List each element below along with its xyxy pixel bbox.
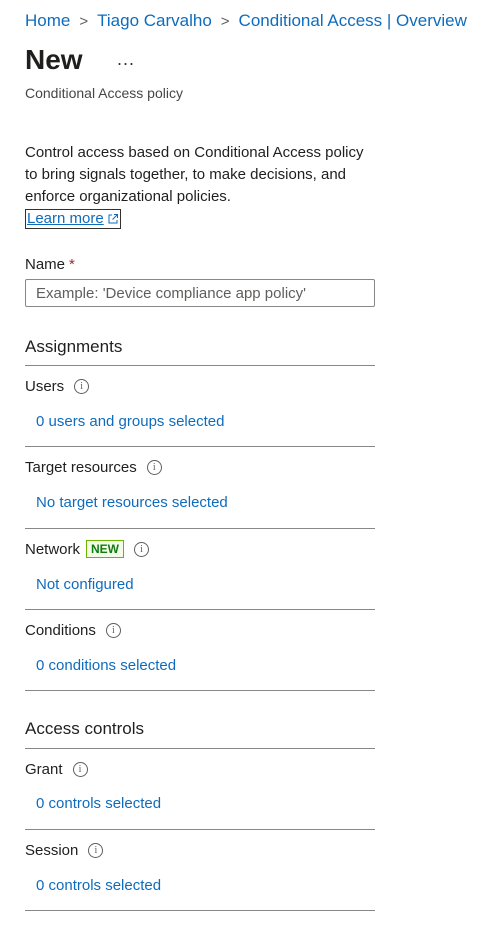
conditions-selection-link[interactable]: 0 conditions selected — [36, 657, 176, 674]
assignments-heading: Assignments — [25, 337, 123, 356]
name-label-text: Name — [25, 256, 66, 273]
grant-selection-link[interactable]: 0 controls selected — [36, 795, 161, 812]
breadcrumb: Home > Tiago Carvalho > Conditional Acce… — [25, 11, 467, 31]
page-title: New — [25, 44, 83, 75]
divider — [25, 609, 375, 610]
session-label: Session i — [25, 842, 104, 859]
grant-label: Grant i — [25, 761, 88, 778]
divider — [25, 829, 375, 830]
target-resources-selection-link[interactable]: No target resources selected — [36, 494, 228, 511]
policy-name-input[interactable] — [25, 279, 375, 307]
users-label-text: Users — [25, 378, 65, 395]
divider — [25, 528, 375, 529]
users-selection-link[interactable]: 0 users and groups selected — [36, 413, 224, 430]
page-subtitle: Conditional Access policy — [25, 85, 183, 101]
chevron-right-icon: > — [220, 12, 230, 30]
info-icon[interactable]: i — [146, 460, 162, 475]
session-label-text: Session — [25, 842, 79, 859]
name-label: Name * — [25, 256, 75, 273]
breadcrumb-tenant[interactable]: Tiago Carvalho — [97, 11, 212, 31]
info-icon[interactable]: i — [105, 623, 121, 638]
external-link-icon — [108, 214, 118, 224]
divider — [25, 690, 375, 691]
network-label: Network NEW i — [25, 540, 150, 558]
info-icon[interactable]: i — [134, 541, 150, 557]
divider — [25, 748, 375, 749]
info-icon[interactable]: i — [88, 843, 104, 858]
conditions-label: Conditions i — [25, 622, 121, 639]
target-resources-label: Target resources i — [25, 459, 162, 476]
divider — [25, 910, 375, 911]
network-selection-link[interactable]: Not configured — [36, 576, 134, 593]
info-icon[interactable]: i — [72, 762, 88, 777]
policy-description: Control access based on Conditional Acce… — [25, 142, 365, 230]
chevron-right-icon: > — [79, 12, 89, 30]
breadcrumb-conditional-access[interactable]: Conditional Access | Overview — [239, 11, 467, 31]
session-selection-link[interactable]: 0 controls selected — [36, 877, 161, 894]
description-text: Control access based on Conditional Acce… — [25, 144, 364, 205]
breadcrumb-home[interactable]: Home — [25, 11, 70, 31]
divider — [25, 446, 375, 447]
info-icon[interactable]: i — [74, 379, 90, 394]
more-options-button[interactable]: ... — [117, 49, 135, 70]
grant-label-text: Grant — [25, 761, 63, 778]
new-badge: NEW — [86, 540, 125, 558]
divider — [25, 365, 375, 366]
conditions-label-text: Conditions — [25, 622, 96, 639]
target-resources-label-text: Target resources — [25, 459, 137, 476]
learn-more-label: Learn more — [27, 210, 104, 227]
required-indicator: * — [69, 256, 75, 273]
users-label: Users i — [25, 378, 90, 395]
network-label-text: Network — [25, 540, 81, 558]
learn-more-link[interactable]: Learn more — [25, 209, 121, 229]
access-controls-heading: Access controls — [25, 719, 145, 738]
